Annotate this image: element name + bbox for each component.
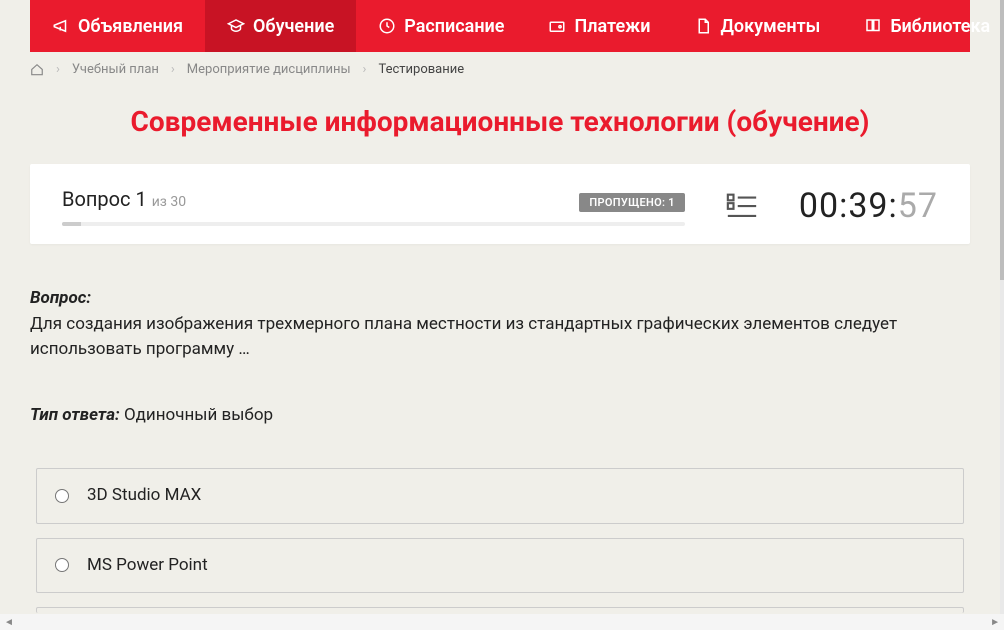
of-label: из bbox=[152, 194, 167, 210]
nav-label: Платежи bbox=[574, 16, 650, 37]
breadcrumb-item[interactable]: Учебный план bbox=[72, 62, 159, 77]
wallet-icon bbox=[548, 17, 566, 35]
answer-option[interactable] bbox=[36, 607, 964, 613]
timer: 00:39:57 bbox=[799, 186, 938, 226]
nav-label: Обучение bbox=[253, 16, 334, 37]
timer-seconds: 57 bbox=[898, 186, 938, 226]
chevron-right-icon: › bbox=[56, 62, 60, 77]
radio-input[interactable] bbox=[55, 489, 69, 503]
nav-label: Расписание bbox=[404, 16, 504, 37]
graduation-cap-icon bbox=[227, 17, 245, 35]
question-counter: Вопрос 1 из 30 bbox=[62, 187, 186, 211]
megaphone-icon bbox=[52, 17, 70, 35]
test-status-card: Вопрос 1 из 30 ПРОПУЩЕНО: 1 00:39:57 bbox=[30, 164, 970, 244]
question-total: 30 bbox=[170, 194, 186, 210]
page-title: Современные информационные технологии (о… bbox=[30, 105, 970, 138]
question-list-icon[interactable] bbox=[725, 189, 759, 223]
answer-type-label: Тип ответа: bbox=[30, 405, 120, 425]
answer-type: Одиночный выбор bbox=[124, 405, 273, 425]
option-label: MS Power Point bbox=[87, 553, 208, 579]
scroll-left-arrow[interactable]: ◄ bbox=[0, 617, 18, 628]
option-label: 3D Studio MAX bbox=[87, 483, 201, 509]
chevron-right-icon: › bbox=[363, 62, 367, 77]
chevron-right-icon: › bbox=[171, 62, 175, 77]
nav-label: Библиотека bbox=[890, 16, 990, 37]
nav-payments[interactable]: Платежи bbox=[526, 0, 672, 52]
clock-icon bbox=[378, 17, 396, 35]
radio-input[interactable] bbox=[55, 558, 69, 572]
question-number: 1 bbox=[135, 187, 146, 211]
breadcrumb-item[interactable]: Мероприятие дисциплины bbox=[187, 62, 351, 77]
home-icon[interactable] bbox=[30, 63, 44, 77]
question-label: Вопрос: bbox=[30, 288, 91, 308]
progress-bar bbox=[62, 222, 685, 226]
breadcrumb-current: Тестирование bbox=[378, 62, 464, 77]
answer-option[interactable]: MS Power Point bbox=[36, 538, 964, 594]
nav-label: Документы bbox=[720, 16, 820, 37]
scrollbar-thumb[interactable] bbox=[1000, 0, 1004, 280]
nav-announcements[interactable]: Объявления bbox=[30, 0, 205, 52]
scroll-right-arrow[interactable]: ► bbox=[986, 617, 1004, 628]
nav-documents[interactable]: Документы bbox=[672, 0, 842, 52]
nav-library[interactable]: Библиотека bbox=[842, 0, 1000, 52]
nav-learning[interactable]: Обучение bbox=[205, 0, 356, 52]
document-icon bbox=[694, 17, 712, 35]
horizontal-scrollbar[interactable]: ◄ ► bbox=[0, 614, 1004, 630]
breadcrumb: › Учебный план › Мероприятие дисциплины … bbox=[30, 52, 970, 85]
main-nav: Объявления Обучение Расписание Платежи Д… bbox=[30, 0, 970, 52]
vertical-scrollbar[interactable] bbox=[1000, 0, 1004, 614]
progress-fill bbox=[62, 222, 81, 226]
answer-option[interactable]: 3D Studio MAX bbox=[36, 468, 964, 524]
question-body: Вопрос: Для создания изображения трехмер… bbox=[30, 244, 970, 613]
nav-schedule[interactable]: Расписание bbox=[356, 0, 526, 52]
nav-label: Объявления bbox=[78, 16, 183, 37]
question-text: Для создания изображения трехмерного пла… bbox=[30, 314, 897, 360]
answer-options: 3D Studio MAX MS Power Point bbox=[30, 468, 970, 613]
skipped-badge: ПРОПУЩЕНО: 1 bbox=[579, 193, 684, 212]
question-label: Вопрос bbox=[62, 187, 131, 211]
book-icon bbox=[864, 17, 882, 35]
timer-main: 00:39: bbox=[799, 186, 898, 226]
